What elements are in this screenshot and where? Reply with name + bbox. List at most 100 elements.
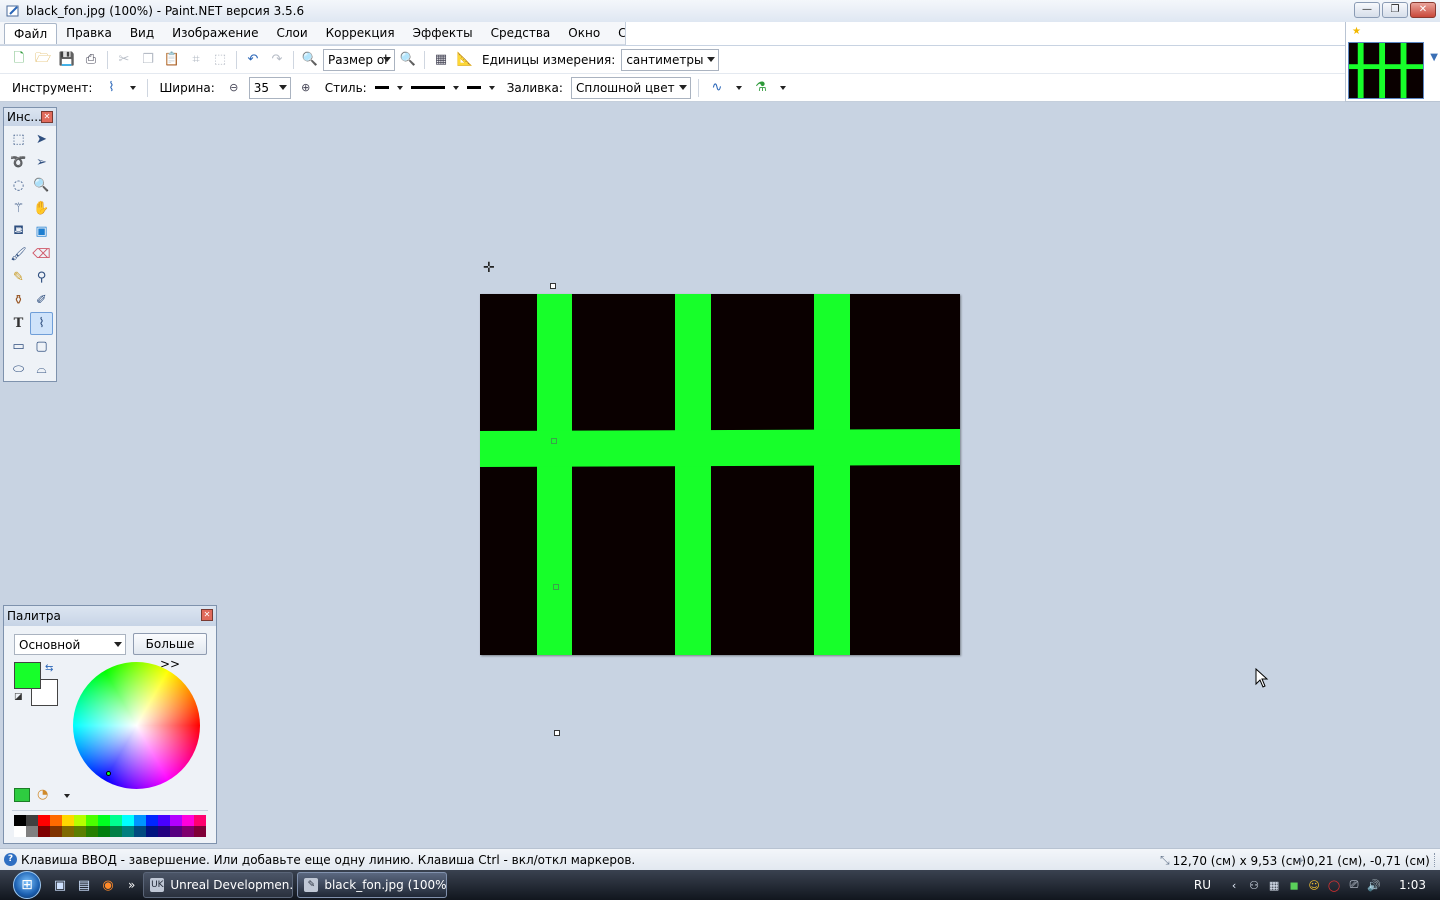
language-indicator[interactable]: RU bbox=[1194, 878, 1211, 892]
gradient-tool-icon[interactable]: ▣ bbox=[30, 220, 53, 243]
menu-utilities[interactable]: Средства bbox=[482, 23, 560, 43]
zoom-tool-icon[interactable]: 🔍 bbox=[30, 174, 53, 197]
image-canvas[interactable] bbox=[480, 294, 960, 655]
cut-icon[interactable]: ✂ bbox=[113, 49, 135, 71]
palette-swatch[interactable] bbox=[146, 815, 158, 826]
palette-swatch[interactable] bbox=[122, 815, 134, 826]
menu-file[interactable]: Файл bbox=[4, 22, 58, 44]
redo-icon[interactable]: ↷ bbox=[266, 49, 288, 71]
open-file-icon[interactable]: 🗁 bbox=[32, 49, 54, 71]
network-tray-icon[interactable]: ⚇ bbox=[1247, 878, 1261, 892]
line-control-handle[interactable] bbox=[551, 438, 557, 444]
menu-effects[interactable]: Эффекты bbox=[404, 23, 482, 43]
palette-swatch[interactable] bbox=[146, 826, 158, 837]
palette-swatch[interactable] bbox=[170, 815, 182, 826]
undo-icon[interactable]: ↶ bbox=[242, 49, 264, 71]
opera-icon[interactable]: ◯ bbox=[1327, 878, 1341, 892]
ellipse-tool-icon[interactable]: ⬭ bbox=[7, 358, 30, 381]
taskbar-item-paintnet[interactable]: ✎ black_fon.jpg (100%... bbox=[297, 872, 448, 898]
crop-icon[interactable]: ⌗ bbox=[185, 49, 207, 71]
paintbrush-tool-icon[interactable]: 🖌 bbox=[7, 243, 30, 266]
menu-window[interactable]: Окно bbox=[559, 23, 609, 43]
swap-colors-icon[interactable]: ⇆ bbox=[45, 663, 53, 674]
decrease-width-icon[interactable]: ⊖ bbox=[223, 77, 245, 99]
line-control-handle[interactable] bbox=[553, 584, 559, 590]
palette-swatch[interactable] bbox=[122, 826, 134, 837]
palette-swatch[interactable] bbox=[110, 826, 122, 837]
line-control-handle[interactable] bbox=[554, 730, 560, 736]
chevron-down-icon[interactable] bbox=[735, 85, 742, 90]
quicklaunch-more[interactable]: » bbox=[128, 878, 135, 892]
palette-swatch[interactable] bbox=[74, 826, 86, 837]
width-combo[interactable]: 35 bbox=[248, 76, 291, 99]
chevron-down-icon[interactable] bbox=[452, 85, 459, 90]
tray-app-icon[interactable]: ▦ bbox=[1267, 878, 1281, 892]
menu-image[interactable]: Изображение bbox=[163, 23, 267, 43]
line-curve-tool-icon[interactable]: ⌇ bbox=[100, 77, 122, 99]
palette-swatch[interactable] bbox=[182, 815, 194, 826]
minimize-button[interactable]: — bbox=[1354, 2, 1380, 18]
close-icon[interactable]: ✕ bbox=[41, 111, 53, 123]
zoom-combo[interactable]: Размер ol bbox=[323, 48, 395, 71]
palette-swatch[interactable] bbox=[194, 815, 206, 826]
start-button[interactable]: ⊞ bbox=[8, 870, 46, 900]
clock[interactable]: 1:03 bbox=[1399, 878, 1426, 892]
menu-layers[interactable]: Слои bbox=[267, 23, 316, 43]
chevron-down-icon[interactable] bbox=[130, 85, 137, 90]
magic-wand-tool-icon[interactable]: ⚚ bbox=[7, 197, 30, 220]
move-selection-tool-icon[interactable]: ➤ bbox=[30, 128, 53, 151]
color-wheel-marker[interactable] bbox=[106, 771, 111, 776]
palette-swatch[interactable] bbox=[98, 826, 110, 837]
add-to-palette-icon[interactable] bbox=[14, 788, 30, 802]
color-picker-tool-icon[interactable]: ⚲ bbox=[30, 266, 53, 289]
chevron-down-icon[interactable] bbox=[396, 85, 403, 90]
volume-icon[interactable]: 🔊 bbox=[1367, 878, 1381, 892]
line-start-style[interactable] bbox=[374, 86, 389, 89]
palette-swatch[interactable] bbox=[14, 826, 26, 837]
line-control-handle[interactable] bbox=[550, 283, 556, 289]
paste-icon[interactable]: 📋 bbox=[161, 49, 183, 71]
tray-app-green-icon[interactable]: ◼ bbox=[1287, 878, 1301, 892]
chevron-down-icon[interactable] bbox=[488, 85, 495, 90]
rectangle-select-tool-icon[interactable]: ⬚ bbox=[7, 128, 30, 151]
chevron-down-icon[interactable] bbox=[64, 794, 70, 798]
palette-swatch[interactable] bbox=[134, 826, 146, 837]
palette-swatch[interactable] bbox=[50, 815, 62, 826]
text-tool-icon[interactable]: T bbox=[7, 312, 30, 335]
dash-style[interactable] bbox=[410, 86, 445, 89]
menu-edit[interactable]: Правка bbox=[57, 23, 121, 43]
zoom-out-icon[interactable]: 🔍 bbox=[299, 49, 321, 71]
ellipse-select-tool-icon[interactable]: ◌ bbox=[7, 174, 30, 197]
pan-tool-icon[interactable]: ✋ bbox=[30, 197, 53, 220]
palette-swatch[interactable] bbox=[110, 815, 122, 826]
freeform-shape-tool-icon[interactable]: ⌓ bbox=[30, 358, 53, 381]
palette-swatch[interactable] bbox=[170, 826, 182, 837]
palette-swatch[interactable] bbox=[38, 815, 50, 826]
save-icon[interactable]: 💾 bbox=[56, 49, 78, 71]
units-combo[interactable]: сантиметры bbox=[621, 48, 720, 71]
palette-swatch[interactable] bbox=[26, 826, 38, 837]
palette-options-icon[interactable]: ◔ bbox=[37, 787, 48, 802]
tray-app-yellow-icon[interactable]: ☺ bbox=[1307, 878, 1321, 892]
blend-mode-icon[interactable]: ⚗ bbox=[750, 77, 772, 99]
line-curve-tool-icon[interactable]: ⌇ bbox=[30, 312, 53, 335]
palette-mode-select[interactable]: Основной bbox=[14, 634, 126, 655]
pencil-tool-icon[interactable]: ✎ bbox=[7, 266, 30, 289]
close-button[interactable]: ✕ bbox=[1410, 2, 1436, 18]
firefox-icon[interactable]: ◉ bbox=[98, 875, 118, 895]
ruler-icon[interactable]: 📐 bbox=[454, 49, 476, 71]
eraser-tool-icon[interactable]: ⌫ bbox=[30, 243, 53, 266]
palette-swatch[interactable] bbox=[98, 815, 110, 826]
paint-bucket-tool-icon[interactable]: ⛾ bbox=[7, 220, 30, 243]
move-selected-tool-icon[interactable]: ➢ bbox=[30, 151, 53, 174]
palette-swatch[interactable] bbox=[86, 815, 98, 826]
maximize-button[interactable]: ❐ bbox=[1382, 2, 1408, 18]
recolor-tool-icon[interactable]: ✐ bbox=[30, 289, 53, 312]
tray-expand-icon[interactable]: ‹ bbox=[1227, 878, 1241, 892]
palette-swatch[interactable] bbox=[74, 815, 86, 826]
palette-swatch[interactable] bbox=[158, 826, 170, 837]
palette-swatch[interactable] bbox=[194, 826, 206, 837]
palette-swatch[interactable] bbox=[158, 815, 170, 826]
reset-colors-icon[interactable]: ◪ bbox=[14, 692, 23, 702]
fill-combo[interactable]: Сплошной цвет bbox=[570, 76, 691, 99]
